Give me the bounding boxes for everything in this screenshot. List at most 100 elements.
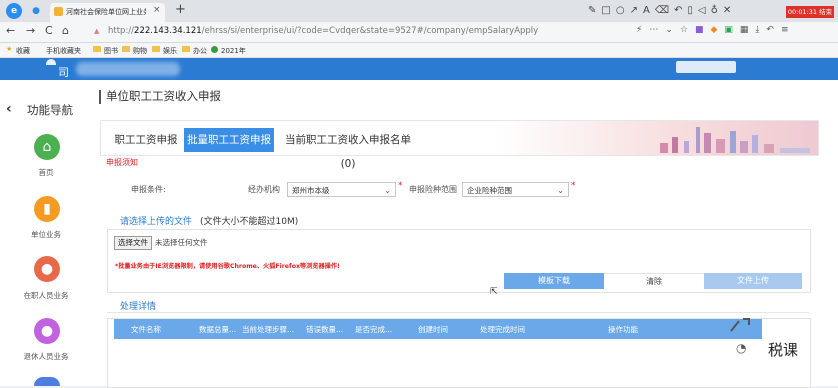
extension-icon[interactable]: ◆ xyxy=(710,25,724,35)
lock-icon: ▲ xyxy=(94,27,100,35)
detail-divider xyxy=(107,312,809,313)
bookmark-item[interactable]: 购物 xyxy=(133,46,147,56)
sidebar-item-retiree-business[interactable]: ● 退休人员业务 xyxy=(0,316,92,364)
page-title: 单位职工工资收入申报 xyxy=(106,89,221,103)
choose-file-button[interactable]: 选择文件 xyxy=(114,236,152,250)
extension-icon[interactable]: ▣ xyxy=(724,25,740,35)
new-tab-button[interactable]: + xyxy=(175,2,186,17)
bookmark-item[interactable]: 手机收藏夹 xyxy=(46,46,81,56)
sidebar-item-employee-business[interactable]: ● 在职人员业务 xyxy=(0,254,92,302)
watermark-logo-icon xyxy=(729,317,751,333)
url-prefix: http:// xyxy=(108,26,135,36)
grid-icon[interactable]: ▦ xyxy=(740,25,756,35)
table-header-cell: 操作功能 xyxy=(608,325,638,334)
eraser-icon[interactable]: ⌫ xyxy=(655,5,674,16)
sidebar-item-unit-business[interactable]: ▮ 单位业务 xyxy=(0,193,92,241)
sidebar-item-label: 在职人员业务 xyxy=(23,291,69,300)
company-name: 司 xyxy=(58,66,69,79)
sidebar-item-label: 首页 xyxy=(38,168,54,177)
folder-icon xyxy=(122,46,130,52)
sidebar-item-label: 单位业务 xyxy=(31,230,61,239)
header-user-box[interactable] xyxy=(676,61,736,73)
upload-hint: (文件大小不能超过10M) xyxy=(200,217,299,227)
file-upload-button[interactable]: 文件上传 xyxy=(704,273,802,289)
mic-icon[interactable]: ♁ xyxy=(711,5,723,16)
template-download-button[interactable]: 模板下载 xyxy=(504,273,604,289)
undo-icon[interactable]: ↶ xyxy=(674,5,687,16)
lightning-icon[interactable]: ⚡ xyxy=(636,25,649,35)
chevron-left-icon[interactable]: ‹ xyxy=(6,101,12,117)
forward-icon[interactable]: → xyxy=(26,24,35,37)
upload-title: 请选择上传的文件 xyxy=(120,217,193,227)
bookmark-item[interactable]: 娱乐 xyxy=(163,46,177,56)
required-mark: * xyxy=(398,181,403,191)
wechat-icon: ◔ xyxy=(736,341,747,355)
text-icon[interactable]: A xyxy=(643,5,655,16)
close-icon[interactable]: ✕ xyxy=(723,5,736,16)
notice-link[interactable]: 申报须知 xyxy=(106,157,138,168)
table-header-cell: 当前处理步骤... xyxy=(242,325,295,334)
star-icon[interactable]: ☆ xyxy=(680,25,695,35)
table-header-cell: 错误数量... xyxy=(306,325,344,334)
sidebar-item-home[interactable]: ⌂ 首页 xyxy=(0,132,92,180)
recording-timer: 00:01:31 结束 xyxy=(786,6,834,18)
extension-icon[interactable]: ■ xyxy=(695,25,711,35)
browser-logo-icon: e xyxy=(6,3,22,19)
more-icon[interactable]: ⋯ xyxy=(649,25,665,35)
agency-label: 经办机构 xyxy=(248,185,280,194)
table-header-cell: 数据总量... xyxy=(199,325,237,334)
sidebar-item-more[interactable] xyxy=(34,377,60,386)
person-icon: ● xyxy=(34,318,60,344)
circle-icon[interactable]: ○ xyxy=(616,5,630,16)
url-field[interactable]: http://222.143.34.121/ehrss/si/enterpris… xyxy=(108,26,538,36)
agency-select[interactable]: 郑州市本级 ⌄ xyxy=(287,182,396,197)
sidebar-title: 功能导航 xyxy=(27,103,73,117)
home-icon[interactable]: ⌂ xyxy=(62,24,69,37)
tab-batch-salary[interactable]: 批量职工工资申报 xyxy=(184,128,274,152)
city-skyline-banner xyxy=(640,122,816,153)
tab-close-icon[interactable]: × xyxy=(153,5,161,15)
menu-icon[interactable]: ≡ xyxy=(781,25,796,35)
scope-select[interactable]: 企业险种范围 ⌄ xyxy=(462,182,569,197)
bookmark-item[interactable]: 2021年 xyxy=(221,46,246,56)
bookmark-star-icon: ★ xyxy=(6,45,13,53)
tab-current-list[interactable]: 当前职工工资收入申报名单(0) xyxy=(278,128,418,170)
address-bar: ← → C ⌂ ▲ http://222.143.34.121/ehrss/si… xyxy=(0,22,838,43)
trash-icon[interactable]: ▯ xyxy=(687,5,698,16)
sidebar: ‹ 功能导航 ⌂ 首页 ▮ 单位业务 ● 在职人员业务 ● 退休人员业务 xyxy=(0,80,93,386)
detail-title: 处理详情 xyxy=(120,302,157,312)
scope-value: 企业险种范围 xyxy=(467,186,512,195)
back-icon[interactable]: ← xyxy=(6,24,15,37)
shield-icon[interactable]: ● xyxy=(28,3,44,19)
square-icon[interactable]: □ xyxy=(601,5,615,16)
download-icon[interactable]: ⤓ xyxy=(755,25,766,35)
clear-button[interactable]: 清除 xyxy=(604,273,704,290)
pen-icon[interactable]: ✎ xyxy=(588,5,601,16)
table-header-cell: 文件名称 xyxy=(131,325,161,334)
header-avatar-icon xyxy=(46,59,56,65)
speaker-icon[interactable]: ◁ xyxy=(698,5,711,16)
browser-warning: *批量业务由于IE浏览器限制，请使用谷歌Chrome、火狐Firefox等浏览器… xyxy=(115,263,340,270)
mouse-cursor-icon: ⇱ xyxy=(490,287,498,297)
arrow-icon[interactable]: ↗ xyxy=(630,5,643,16)
chevron-down-icon: ⌄ xyxy=(384,186,391,195)
url-host: 222.143.34.121 xyxy=(134,26,202,36)
tab-employee-salary[interactable]: 职工工资申报 xyxy=(110,128,182,152)
table-header-cell: 是否完成... xyxy=(355,325,393,334)
calendar-icon xyxy=(211,46,218,53)
person-icon: ● xyxy=(34,256,60,282)
bookmark-item[interactable]: 图书 xyxy=(104,46,118,56)
bookmarks-bar: ★ 收藏 手机收藏夹 图书 购物 娱乐 办公 2021年 xyxy=(0,43,838,58)
refresh-icon[interactable]: C xyxy=(45,24,53,37)
watermark-text: 税课 xyxy=(768,341,799,359)
company-name-blurred xyxy=(76,62,180,76)
bookmark-item[interactable]: 办公 xyxy=(193,46,207,56)
condition-label: 申报条件: xyxy=(131,185,166,194)
browser-tab[interactable]: 河南社会保险单位网上业务大 × xyxy=(50,3,165,22)
dropdown-icon[interactable]: ⌄ xyxy=(665,25,680,35)
agency-value: 郑州市本级 xyxy=(292,186,330,195)
undo-icon[interactable]: ↶ xyxy=(766,25,781,35)
home-icon: ⌂ xyxy=(34,134,60,160)
bookmark-item[interactable]: 收藏 xyxy=(16,46,30,56)
scope-label: 申报险种范围 xyxy=(409,185,457,194)
